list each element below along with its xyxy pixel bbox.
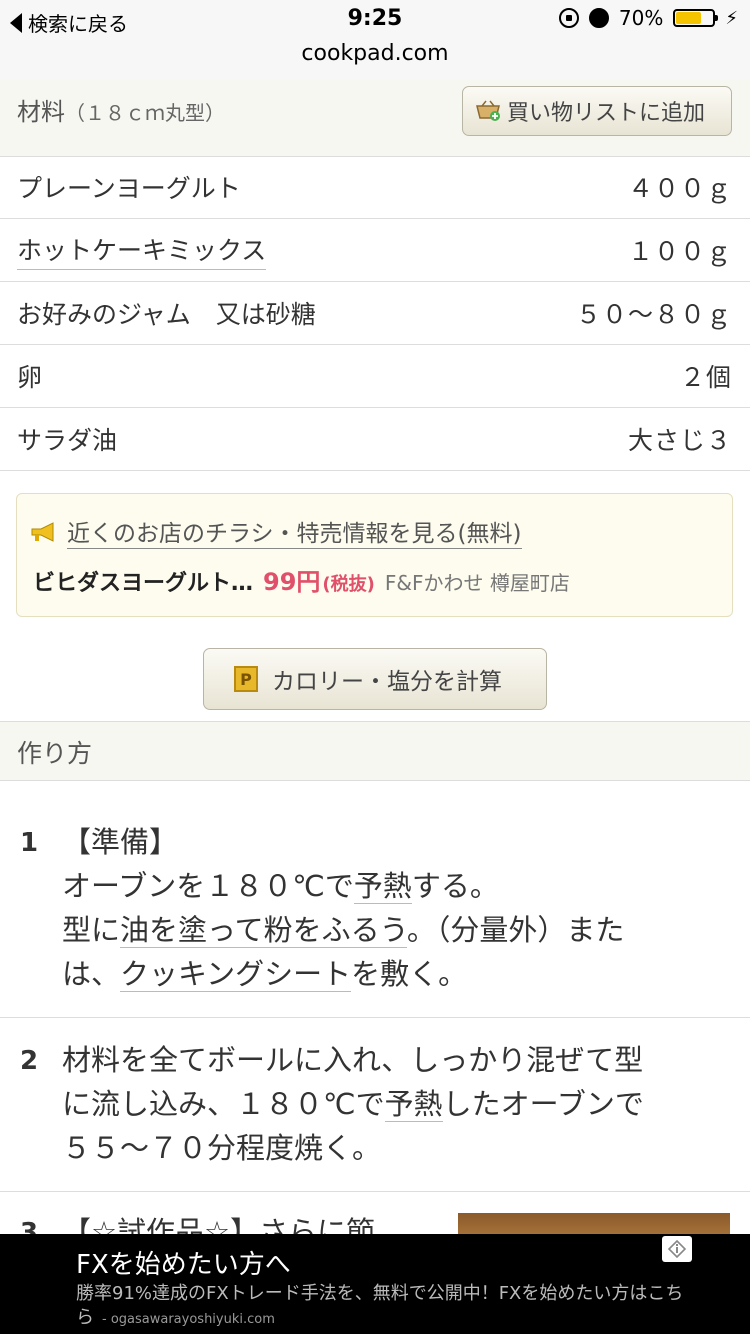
ingredient-row: お好みのジャム 又は砂糖 ５０〜８０ｇ (0, 282, 750, 345)
ingredient-row: ホットケーキミックス １００ｇ (0, 219, 750, 282)
flyer-ad-box: 近くのお店のチラシ・特売情報を見る(無料) ビヒダスヨーグルト… 99円 (税抜… (16, 493, 733, 617)
banner-ad-title: FXを始めたい方へ (76, 1250, 291, 1280)
glossary-link[interactable]: 油を塗って粉をふるう (120, 913, 407, 948)
charging-icon: ⚡ (725, 7, 738, 29)
ingredient-name: サラダ油 (17, 426, 118, 455)
battery-percent: 70% (618, 6, 664, 30)
flyer-deal[interactable]: ビヒダスヨーグルト… 99円 (税抜) F&Fかわせ 樽屋町店 (33, 562, 570, 597)
glossary-link[interactable]: クッキングシート (120, 957, 352, 992)
ingredient-name: お好みのジャム 又は砂糖 (17, 300, 316, 329)
banner-ad-domain: - ogasawarayoshiyuki.com (102, 1312, 275, 1327)
calorie-salt-calc-label: カロリー・塩分を計算 (272, 669, 502, 695)
url-text: cookpad.com (301, 41, 449, 66)
step-text-part: を敷く。 (351, 957, 468, 991)
banner-ad[interactable]: FXを始めたい方へ 勝率91%達成のFXトレード手法を、無料で公開中！FXを始め… (0, 1234, 750, 1334)
deal-tax-note: (税抜) (322, 574, 375, 595)
banner-ad-description: 勝率91%達成のFXトレード手法を、無料で公開中！FXを始めたい方はこちら - o… (76, 1282, 686, 1332)
step-text-part: 材料を全てボールに入れ、しっかり混ぜて型 (62, 1043, 644, 1077)
step-text-part: は、 (62, 957, 121, 991)
ingredient-name: プレーンヨーグルト (17, 174, 241, 203)
status-icons: 70% ⚡ (558, 6, 738, 30)
ingredient-quantity: 大さじ３ (627, 426, 732, 455)
step-text-part: に流し込み、１８０℃で (62, 1087, 385, 1121)
calorie-salt-calc-button[interactable]: P カロリー・塩分を計算 (203, 648, 547, 710)
deal-store: F&Fかわせ 樽屋町店 (384, 571, 570, 595)
rotation-lock-icon (558, 8, 579, 28)
ingredients-title-text: 材料 (17, 98, 65, 126)
step-number: 1 (20, 828, 39, 858)
ingredient-quantity: ２個 (679, 363, 732, 392)
step-2: 2 材料を全てボールに入れ、しっかり混ぜて型 に流し込み、１８０℃で予熱したオー… (0, 1018, 750, 1192)
alarm-icon (588, 8, 609, 28)
step-text-part: オーブンを１８０℃で (62, 869, 354, 903)
ingredients-list: プレーンヨーグルト ４００ｇ ホットケーキミックス １００ｇ お好みのジャム 又… (0, 156, 750, 471)
step-text-part: 型に (62, 913, 121, 947)
step-text-part: ５５〜７０分程度焼く。 (62, 1131, 382, 1165)
info-icon (667, 1239, 687, 1259)
step-text: 材料を全てボールに入れ、しっかり混ぜて型 に流し込み、１８０℃で予熱したオーブン… (62, 1038, 712, 1170)
add-to-shopping-list-button[interactable]: 買い物リストに追加 (462, 86, 732, 136)
ingredients-subtitle: （１８ｃｍ丸型） (65, 101, 225, 125)
glossary-link[interactable]: 予熱 (353, 869, 412, 904)
ingredient-row: サラダ油 大さじ３ (0, 408, 750, 471)
ingredient-quantity: １００ｇ (627, 237, 732, 266)
deal-price: 99円 (263, 568, 321, 596)
ingredient-quantity: ４００ｇ (627, 174, 732, 203)
flyer-link-text: 近くのお店のチラシ・特売情報を見る(無料) (67, 514, 522, 549)
ingredient-name: 卵 (17, 363, 43, 392)
ingredient-name-link[interactable]: ホットケーキミックス (17, 231, 267, 270)
flyer-link[interactable]: 近くのお店のチラシ・特売情報を見る(無料) (29, 514, 522, 549)
steps-header: 作り方 (0, 721, 750, 781)
glossary-link[interactable]: 予熱 (384, 1087, 443, 1122)
ingredients-title: 材料（１８ｃｍ丸型） (17, 92, 225, 127)
ingredient-row: プレーンヨーグルト ４００ｇ (0, 156, 750, 219)
ingredient-row: 卵 ２個 (0, 345, 750, 408)
url-bar[interactable]: cookpad.com (0, 40, 750, 81)
status-bar: 検索に戻る 9:25 70% ⚡ (0, 0, 750, 40)
step-text-part: したオーブンで (442, 1087, 644, 1121)
step-text-part: 【準備】 (62, 825, 179, 859)
ad-choices-icon[interactable] (662, 1236, 692, 1262)
steps-title: 作り方 (17, 739, 93, 768)
ingredients-header: 材料（１８ｃｍ丸型） 買い物リストに追加 (0, 80, 750, 157)
megaphone-icon (31, 521, 54, 542)
battery-icon (673, 9, 719, 27)
step-text-part: 。（分量外）また (406, 913, 625, 947)
step-number: 2 (20, 1046, 39, 1076)
step-1: 1 【準備】 オーブンを１８０℃で予熱する。 型に油を塗って粉をふるう。（分量外… (0, 780, 750, 1018)
step-text: 【準備】 オーブンを１８０℃で予熱する。 型に油を塗って粉をふるう。（分量外）ま… (62, 820, 712, 996)
add-to-shopping-list-label: 買い物リストに追加 (507, 101, 706, 126)
ingredient-quantity: ５０〜８０ｇ (575, 300, 732, 329)
basket-icon (476, 100, 500, 121)
premium-p-icon: P (234, 666, 258, 692)
deal-product: ビヒダスヨーグルト… (33, 571, 254, 596)
step-text-part: する。 (411, 869, 499, 903)
